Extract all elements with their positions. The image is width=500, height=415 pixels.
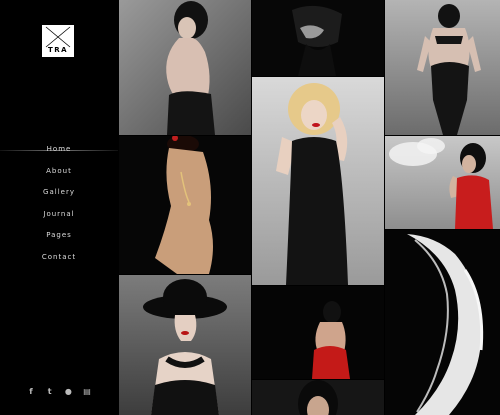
photo-blonde-woman-black-dress[interactable] xyxy=(252,77,384,285)
photo-woman-dark-hair-portrait-image xyxy=(298,380,338,415)
photo-blonde-woman-black-dress-image xyxy=(276,83,348,285)
nav-item-contact[interactable]: Contact xyxy=(0,253,118,261)
photo-woman-black-dress-back-view[interactable] xyxy=(385,0,500,135)
logo-text: TRA xyxy=(47,46,69,54)
photo-white-fabric-figure[interactable] xyxy=(385,230,500,415)
photo-woman-smoking-red-dress[interactable] xyxy=(385,136,500,229)
photo-woman-smoking-red-dress-image xyxy=(389,138,493,229)
nav-item-home[interactable]: Home xyxy=(0,145,118,153)
photo-woman-black-hat-pose[interactable] xyxy=(252,0,384,76)
nav-item-pages[interactable]: Pages xyxy=(0,231,118,239)
site-logo[interactable]: TRA xyxy=(42,25,74,57)
photo-woman-back-black-gown-image xyxy=(166,1,215,135)
photo-woman-dark-hair-portrait[interactable] xyxy=(252,380,384,415)
photo-woman-necklace-crossed-arms-image xyxy=(155,136,213,274)
photo-woman-back-black-gown[interactable] xyxy=(119,0,251,135)
twitter-icon[interactable]: t xyxy=(45,386,55,396)
flickr-icon[interactable]: ● xyxy=(63,386,73,396)
print-icon[interactable]: ▤ xyxy=(82,386,92,396)
photo-woman-wide-brim-hat-necklace-image xyxy=(143,279,227,415)
photo-woman-black-hat-pose-image xyxy=(292,5,342,76)
photo-woman-red-dress-back-image xyxy=(312,301,350,379)
nav-item-about[interactable]: About xyxy=(0,167,118,175)
nav-item-journal[interactable]: Journal xyxy=(0,210,118,218)
nav-item-gallery[interactable]: Gallery xyxy=(0,188,118,196)
photo-woman-red-dress-back[interactable] xyxy=(252,286,384,379)
photo-white-fabric-figure-image xyxy=(407,234,484,415)
photo-woman-black-dress-back-view-image xyxy=(417,4,481,135)
facebook-icon[interactable]: f xyxy=(26,386,36,396)
sidebar: TRA Home About Gallery Journal Pages Con… xyxy=(0,0,118,415)
photo-woman-necklace-crossed-arms[interactable] xyxy=(119,136,251,274)
photo-woman-wide-brim-hat-necklace[interactable] xyxy=(119,275,251,415)
social-links: f t ● ▤ xyxy=(26,385,92,397)
